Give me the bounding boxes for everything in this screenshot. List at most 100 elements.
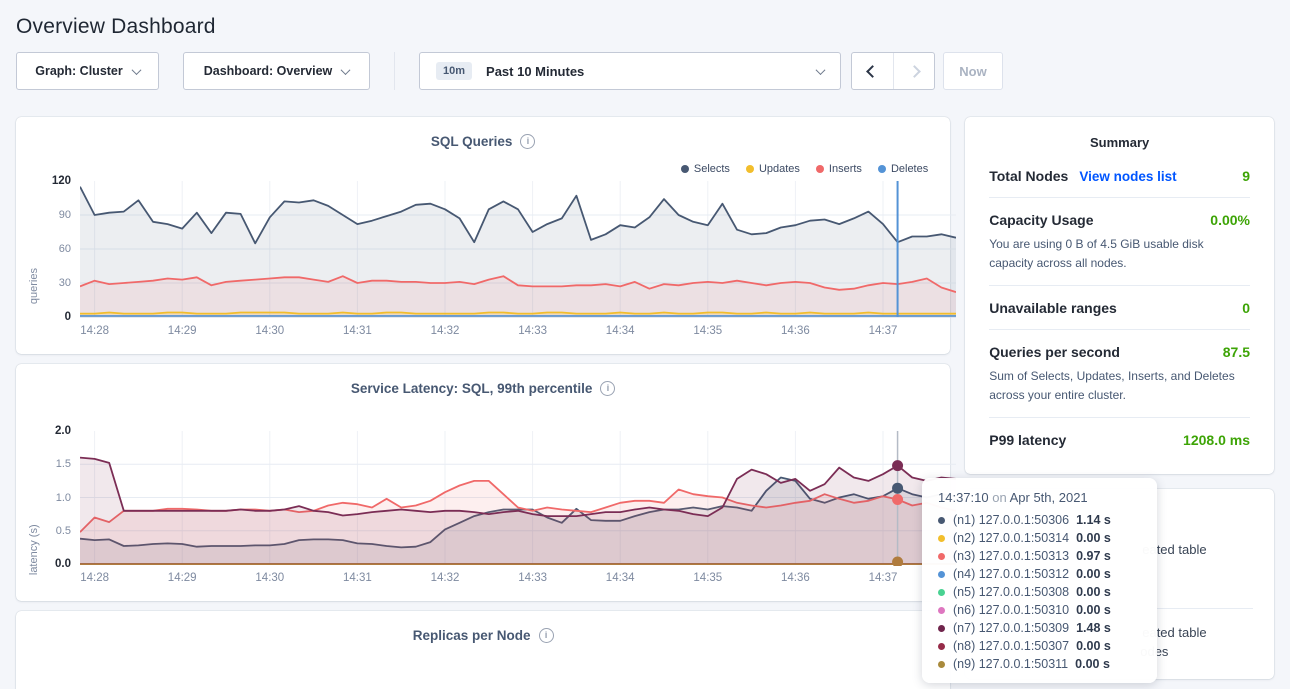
summary-metric-header: Unavailable ranges 0 (989, 300, 1250, 316)
node-color-dot-icon (938, 571, 945, 578)
sql-queries-plot[interactable]: 0306090120queries14:2814:2914:3014:3114:… (80, 181, 956, 319)
tooltip-node-address: (n7) 127.0.0.1:50309 (953, 621, 1069, 635)
node-color-dot-icon (938, 661, 945, 668)
view-nodes-list-link[interactable]: View nodes list (1079, 169, 1176, 184)
summary-metric-row: Queries per second87.5Sum of Selects, Up… (989, 330, 1250, 418)
x-axis-tick-label: 14:33 (518, 572, 547, 584)
chart-canvas[interactable] (80, 181, 956, 319)
tooltip-node-address: (n3) 127.0.0.1:50313 (953, 549, 1069, 563)
x-axis-tick-label: 14:30 (255, 325, 284, 337)
summary-metric-label: Unavailable ranges (989, 300, 1117, 316)
summary-metric-value: 0 (1242, 300, 1250, 316)
x-axis-tick-label: 14:32 (431, 572, 460, 584)
tooltip-node-value: 0.97 s (1076, 549, 1111, 563)
summary-metric-header: Queries per second87.5 (989, 344, 1250, 360)
x-axis-tick-label: 14:32 (431, 325, 460, 337)
summary-metric-row: Capacity Usage0.00%You are using 0 B of … (989, 198, 1250, 286)
tooltip-node-row: (n3) 127.0.0.1:50313 0.97 s (938, 547, 1141, 565)
toolbar-divider (394, 52, 395, 90)
sql-queries-chart-card: SQL Queries i SelectsUpdatesInsertsDelet… (16, 117, 950, 354)
y-axis-tick-label: 0 (65, 311, 71, 323)
x-axis-tick-label: 14:34 (606, 572, 635, 584)
tooltip-node-row: (n5) 127.0.0.1:50308 0.00 s (938, 583, 1141, 601)
x-axis-tick-label: 14:29 (168, 325, 197, 337)
y-axis-title: queries (28, 268, 40, 304)
x-axis-tick-label: 14:30 (255, 572, 284, 584)
summary-metric-header: Total NodesView nodes list9 (989, 168, 1250, 184)
y-axis-tick-label: 120 (52, 175, 71, 187)
tooltip-node-row: (n2) 127.0.0.1:503140.00 s (938, 529, 1141, 547)
toolbar: Graph: Cluster Dashboard: Overview 10m P… (16, 52, 1274, 90)
legend-dot-icon (746, 165, 754, 173)
chart-title-replicas-per-node: Replicas per Node (413, 628, 531, 643)
legend-label: Updates (759, 163, 800, 175)
info-icon[interactable]: i (520, 134, 535, 149)
next-time-button[interactable] (893, 53, 934, 89)
chart-hover-tooltip: 14:37:10 on Apr 5th, 2021 (n1) 127.0.0.1… (922, 478, 1157, 683)
time-step-buttons (851, 52, 935, 90)
chevron-left-icon (866, 65, 879, 78)
summary-panel: Summary Total NodesView nodes list9 Capac… (965, 117, 1274, 474)
node-color-dot-icon (938, 517, 945, 524)
prev-time-button[interactable] (852, 53, 893, 89)
tooltip-node-value: 0.00 s (1075, 657, 1110, 671)
x-axis-tick-label: 14:33 (518, 325, 547, 337)
x-axis-tick-label: 14:37 (869, 325, 898, 337)
x-axis-tick-label: 14:34 (606, 325, 635, 337)
y-axis-tick-label: 1.5 (56, 458, 71, 470)
time-range-picker[interactable]: 10m Past 10 Minutes (419, 52, 841, 90)
summary-metric-row: Unavailable ranges 0 (989, 286, 1250, 330)
x-axis-tick-label: 14:28 (80, 325, 109, 337)
chart-canvas[interactable] (80, 431, 956, 566)
node-color-dot-icon (938, 607, 945, 614)
x-axis-tick-label: 14:35 (693, 572, 722, 584)
summary-metric-row: Total NodesView nodes list9 (989, 154, 1250, 198)
tooltip-node-value: 0.00 s (1076, 585, 1111, 599)
summary-metric-value: 0.00% (1210, 212, 1250, 228)
chevron-down-icon (341, 65, 351, 75)
summary-title: Summary (989, 135, 1250, 150)
service-latency-plot[interactable]: 0.00.51.01.52.0latency (s)14:2814:2914:3… (80, 431, 956, 566)
node-color-dot-icon (938, 643, 945, 650)
tooltip-node-row: (n7) 127.0.0.1:50309 1.48 s (938, 619, 1141, 637)
tooltip-node-value: 0.00 s (1076, 639, 1111, 653)
service-latency-chart-card: Service Latency: SQL, 99th percentile i … (16, 364, 950, 601)
summary-metric-label: P99 latency (989, 432, 1066, 448)
legend-dot-icon (816, 165, 824, 173)
info-icon[interactable]: i (539, 628, 554, 643)
charts-column: SQL Queries i SelectsUpdatesInsertsDelet… (16, 117, 950, 689)
legend-dot-icon (878, 165, 886, 173)
chevron-right-icon (908, 65, 921, 78)
legend-item-selects: Selects (681, 163, 730, 175)
legend-item-deletes: Deletes (878, 163, 928, 175)
y-axis-tick-label: 0.5 (56, 525, 71, 537)
legend-item-inserts: Inserts (816, 163, 862, 175)
node-color-dot-icon (938, 553, 945, 560)
tooltip-node-value: 1.48 s (1076, 621, 1111, 635)
x-axis-tick-label: 14:31 (343, 572, 372, 584)
chevron-down-icon (816, 65, 826, 75)
y-axis-tick-label: 90 (59, 209, 71, 221)
node-color-dot-icon (938, 625, 945, 632)
graph-dropdown[interactable]: Graph: Cluster (16, 52, 159, 90)
y-axis-tick-label: 1.0 (56, 492, 71, 504)
graph-dropdown-label: Graph: Cluster (35, 64, 123, 78)
chart-title-service-latency: Service Latency: SQL, 99th percentile (351, 381, 593, 396)
node-color-dot-icon (938, 535, 945, 542)
x-axis-tick-label: 14:28 (80, 572, 109, 584)
node-color-dot-icon (938, 589, 945, 596)
tooltip-node-value: 1.14 s (1076, 513, 1111, 527)
summary-metric-label: Queries per second (989, 344, 1120, 360)
chevron-down-icon (131, 65, 141, 75)
tooltip-node-row: (n4) 127.0.0.1:503120.00 s (938, 565, 1141, 583)
tooltip-node-address: (n9) 127.0.0.1:50311 (953, 657, 1068, 671)
dashboard-dropdown[interactable]: Dashboard: Overview (183, 52, 370, 90)
summary-metric-label: Capacity Usage (989, 212, 1093, 228)
now-button[interactable]: Now (943, 52, 1003, 90)
y-axis-title: latency (s) (28, 524, 40, 575)
x-axis-tick-label: 14:36 (781, 572, 810, 584)
tooltip-node-address: (n5) 127.0.0.1:50308 (953, 585, 1069, 599)
tooltip-timestamp: 14:37:10 on Apr 5th, 2021 (938, 490, 1141, 505)
info-icon[interactable]: i (600, 381, 615, 396)
summary-metric-row: P99 latency1208.0 ms (989, 418, 1250, 461)
